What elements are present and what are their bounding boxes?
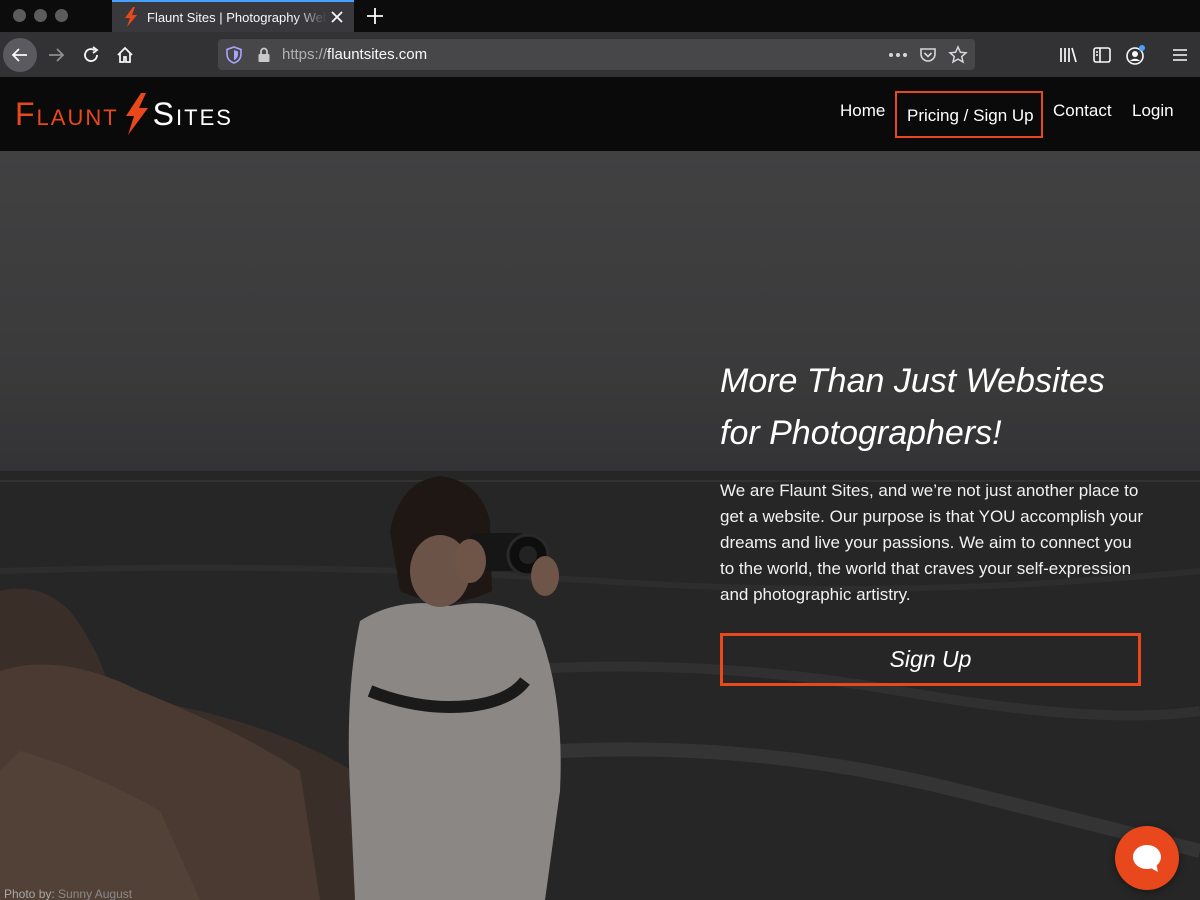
account-button[interactable] [1119,38,1153,72]
home-button[interactable] [108,38,142,72]
tab-title: Flaunt Sites | Photography Website [147,10,327,25]
new-tab-icon[interactable] [364,5,386,27]
shield-icon[interactable] [224,45,244,65]
chat-button[interactable] [1115,826,1179,890]
library-icon [1060,47,1077,63]
nav-pricing-signup-link[interactable]: Pricing / Sign Up [895,91,1043,138]
bolt-favicon-icon [125,7,137,27]
account-icon [1126,45,1145,65]
url-text[interactable]: https://flauntsites.com [282,46,427,63]
chat-bubble-icon [1133,845,1161,872]
sidebar-button[interactable] [1085,38,1119,72]
lightning-bolt-icon [125,93,148,135]
lock-icon[interactable] [254,45,274,65]
hero-title: More Than Just Websites for Photographer… [720,355,1160,459]
window-close-dot[interactable] [13,9,26,22]
tab-close-icon[interactable] [328,8,346,26]
site-header: Flaunt Sites Home Pricing / Sign Up Cont… [0,77,1200,151]
hero-description: We are Flaunt Sites, and we’re not just … [720,481,1143,604]
forward-icon [49,48,65,62]
nav-login-link[interactable]: Login [1132,101,1174,121]
window-minimize-dot[interactable] [34,9,47,22]
flaunt-sites-logo[interactable]: Flaunt Sites [15,91,233,137]
forward-button[interactable] [39,38,73,72]
reload-icon [84,46,99,62]
reload-button[interactable] [74,38,108,72]
url-host: flauntsites.com [327,46,428,63]
back-button[interactable] [3,38,37,72]
logo-word-sites: Sites [152,95,233,132]
photo-credit-name[interactable]: Sunny August [58,887,132,900]
window-zoom-dot[interactable] [55,9,68,22]
nav-contact-link[interactable]: Contact [1053,101,1112,121]
url-bar[interactable]: https://flauntsites.com [218,39,975,70]
hamburger-icon [1173,49,1187,61]
nav-home-link[interactable]: Home [840,101,885,121]
more-icon[interactable] [888,45,908,65]
library-button[interactable] [1051,38,1085,72]
browser-tab[interactable]: Flaunt Sites | Photography Website [112,0,354,32]
photo-credit-prefix: Photo by: [4,887,59,900]
star-icon[interactable] [948,45,968,65]
hero-title-line2: for Photographers! [720,414,1002,452]
browser-tab-bar: Flaunt Sites | Photography Website [0,0,1200,32]
nav-pricing-label: Pricing / Sign Up [907,106,1034,125]
back-icon [11,48,27,62]
home-icon [117,46,133,63]
sidebar-icon [1093,47,1111,63]
app-menu-button[interactable] [1163,38,1197,72]
hero-section: More Than Just Websites for Photographer… [0,151,1200,900]
sign-up-button[interactable]: Sign Up [720,633,1141,686]
url-scheme: https:// [282,46,328,63]
pocket-icon[interactable] [918,45,938,65]
hero-title-line1: More Than Just Websites [720,362,1105,400]
photo-credit: Photo by: Sunny August [4,887,132,900]
sign-up-label: Sign Up [889,646,972,672]
logo-word-flaunt: Flaunt [15,95,119,132]
